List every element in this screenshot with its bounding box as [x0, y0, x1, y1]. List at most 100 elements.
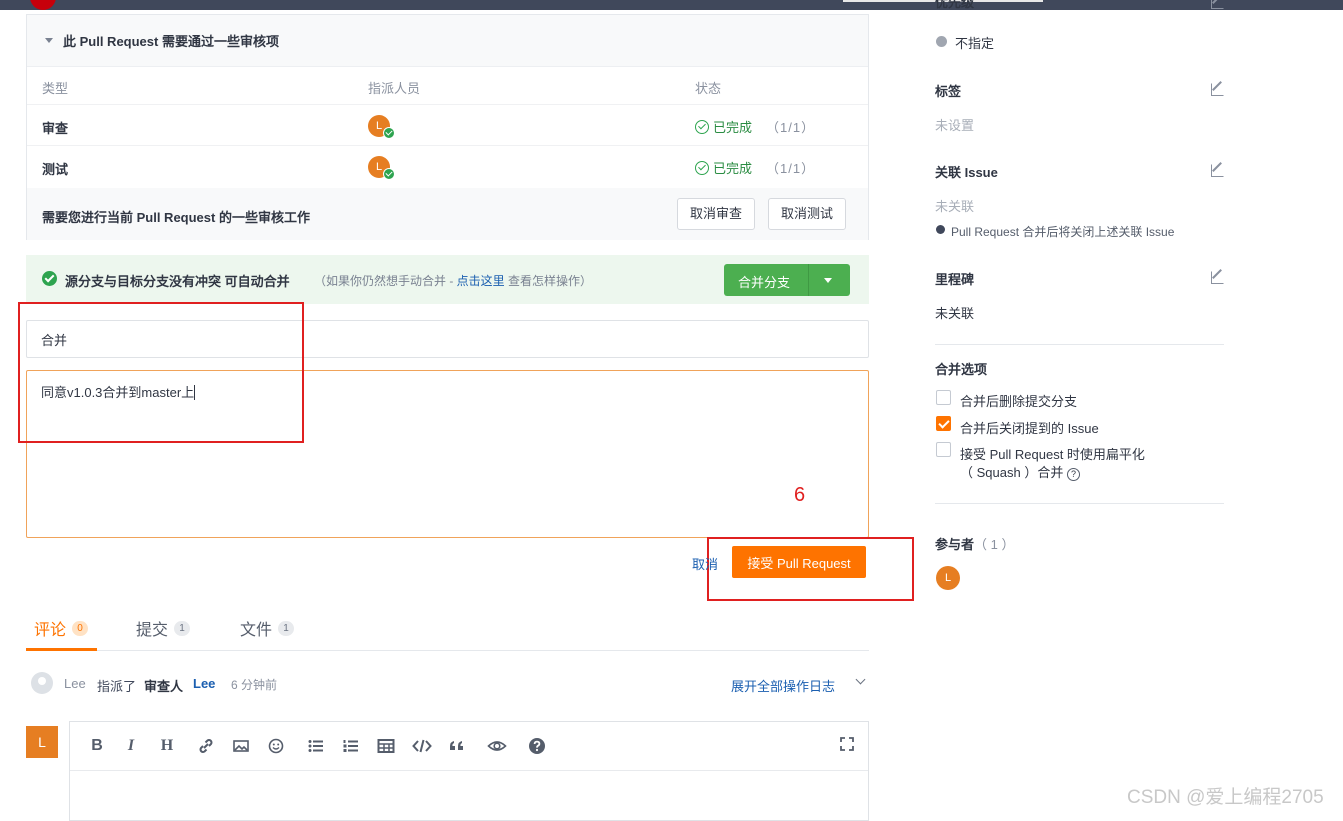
cancel-review-button[interactable]: 取消审查 — [677, 198, 756, 230]
chevron-down-icon[interactable] — [855, 674, 866, 685]
divider — [935, 503, 1224, 504]
heading-icon[interactable]: H — [157, 737, 177, 755]
tab-commits[interactable]: 提交 1 — [136, 616, 191, 640]
priority-value[interactable]: 不指定 — [955, 33, 994, 52]
avatar[interactable]: L — [26, 726, 58, 758]
code-icon[interactable] — [412, 737, 432, 760]
column-status: 状态 — [695, 81, 722, 96]
comment-editor[interactable]: B I H — [69, 721, 869, 821]
approved-check-icon — [383, 127, 395, 139]
divider — [935, 344, 1224, 345]
tab-comments[interactable]: 评论 0 — [34, 616, 89, 640]
review-status: 已完成 — [713, 120, 753, 135]
help-icon[interactable] — [527, 737, 547, 760]
info-icon — [936, 225, 945, 234]
user-add-icon — [31, 672, 53, 694]
ordered-list-icon[interactable] — [341, 737, 361, 760]
issue-note: Pull Request 合并后将关闭上述关联 Issue — [951, 225, 1175, 239]
assignee-avatar[interactable]: L — [368, 115, 395, 139]
collapse-triangle-icon[interactable] — [45, 38, 53, 43]
expand-log-link[interactable]: 展开全部操作日志 — [731, 676, 835, 695]
merge-branch-button[interactable]: 合并分支 — [724, 264, 850, 296]
cancel-test-button[interactable]: 取消测试 — [768, 198, 847, 230]
column-type: 类型 — [42, 81, 69, 96]
edit-icon[interactable] — [1211, 271, 1224, 284]
labels-value: 未设置 — [935, 118, 975, 133]
link-icon[interactable] — [196, 737, 216, 760]
italic-icon[interactable]: I — [121, 737, 141, 755]
merge-status-text: 源分支与目标分支没有冲突 可自动合并 — [65, 274, 290, 289]
sidebar-labels-title: 标签 — [935, 84, 962, 99]
image-icon[interactable] — [231, 737, 251, 760]
participant-avatar[interactable]: L — [936, 566, 960, 590]
preview-icon[interactable] — [487, 737, 507, 760]
merge-hint: （如果你仍然想手动合并 - 点击这里 查看怎样操作） — [314, 274, 593, 288]
review-heading-text: 此 Pull Request 需要通过一些审核项 — [63, 34, 279, 49]
column-assignee: 指派人员 — [368, 81, 421, 96]
active-tab-indicator — [26, 648, 97, 651]
close-issue-checkbox[interactable] — [936, 416, 951, 431]
issue-value: 未关联 — [935, 199, 975, 214]
activity-role: 审查人 — [144, 679, 184, 694]
bold-icon[interactable]: B — [87, 737, 107, 755]
logo-icon[interactable] — [30, 0, 56, 10]
check-circle-icon — [695, 160, 709, 175]
fullscreen-icon[interactable] — [837, 737, 857, 756]
table-icon[interactable] — [376, 737, 396, 760]
tab-files[interactable]: 文件 1 — [240, 616, 295, 640]
unordered-list-icon[interactable] — [306, 737, 326, 760]
participants-title: 参与者（ 1 ） — [935, 537, 1015, 552]
approved-check-icon — [383, 168, 395, 180]
delete-branch-checkbox[interactable] — [936, 390, 951, 405]
emoji-icon[interactable] — [266, 737, 286, 760]
manual-merge-link[interactable]: 点击这里 — [457, 274, 505, 288]
assignee-avatar[interactable]: L — [368, 156, 395, 180]
sidebar-priority-title: 优先级 — [935, 0, 975, 10]
review-table: 类型 指派人员 状态 审查 L 已完成 （1/1） 测试 L 已完成 （1/1） — [27, 67, 868, 187]
activity-time: 6 分钟前 — [231, 678, 278, 692]
edit-icon[interactable] — [1211, 0, 1224, 9]
edit-icon[interactable] — [1211, 164, 1224, 177]
edit-icon[interactable] — [1211, 83, 1224, 96]
tab-bar: 评论 0 提交 1 文件 1 — [26, 604, 869, 651]
quote-icon[interactable] — [447, 737, 467, 760]
merge-status-bar: 源分支与目标分支没有冲突 可自动合并 （如果你仍然想手动合并 - 点击这里 查看… — [26, 255, 869, 304]
option-label[interactable]: 接受 Pull Request 时使用扁平化 — [960, 444, 1145, 463]
review-row: 测试 L 已完成 （1/1） — [27, 146, 868, 187]
review-fraction: （1/1） — [766, 161, 816, 176]
sidebar-issue-title: 关联 Issue — [935, 165, 998, 180]
watermark: CSDN @爱上编程2705 — [1127, 787, 1324, 808]
review-fraction: （1/1） — [766, 120, 816, 135]
option-label[interactable]: 合并后关闭提到的 Issue — [960, 418, 1099, 437]
activity-entry: Lee 指派了 审查人 Lee 6 分钟前 展开全部操作日志 — [26, 670, 869, 698]
activity-target[interactable]: Lee — [193, 676, 215, 691]
sidebar-milestone-title: 里程碑 — [935, 272, 975, 287]
review-table-header: 类型 指派人员 状态 — [27, 67, 868, 105]
chevron-down-icon[interactable] — [824, 278, 832, 283]
review-type: 审查 — [42, 121, 69, 136]
editor-toolbar: B I H — [70, 722, 868, 771]
review-footer: 需要您进行当前 Pull Request 的一些审核工作 取消审查 取消测试 — [27, 188, 868, 240]
review-type: 测试 — [42, 162, 69, 177]
annotation-box — [18, 302, 304, 443]
help-icon[interactable]: ? — [1066, 468, 1080, 481]
activity-user[interactable]: Lee — [64, 676, 86, 691]
option-label-cont: （ Squash ）合并 ? — [960, 462, 1080, 481]
check-circle-icon — [695, 119, 709, 134]
check-circle-icon — [42, 271, 57, 286]
squash-checkbox[interactable] — [936, 442, 951, 457]
merge-options-title: 合并选项 — [935, 362, 988, 377]
review-status: 已完成 — [713, 161, 753, 176]
option-label[interactable]: 合并后删除提交分支 — [960, 391, 1077, 410]
annotation-number: 6 — [794, 484, 806, 506]
activity-action: 指派了 — [97, 679, 137, 694]
review-row: 审查 L 已完成 （1/1） — [27, 105, 868, 146]
review-heading[interactable]: 此 Pull Request 需要通过一些审核项 — [27, 15, 868, 67]
sidebar: 优先级 不指定 标签 未设置 关联 Issue 未关联 Pull Request… — [935, 0, 1225, 811]
accept-pull-request-button[interactable]: 接受 Pull Request — [732, 546, 866, 578]
milestone-value: 未关联 — [935, 306, 975, 321]
review-panel: 此 Pull Request 需要通过一些审核项 类型 指派人员 状态 审查 L… — [26, 14, 869, 240]
review-footer-text: 需要您进行当前 Pull Request 的一些审核工作 — [42, 210, 310, 225]
priority-dot-icon — [936, 36, 947, 47]
cancel-link[interactable]: 取消 — [692, 554, 718, 573]
